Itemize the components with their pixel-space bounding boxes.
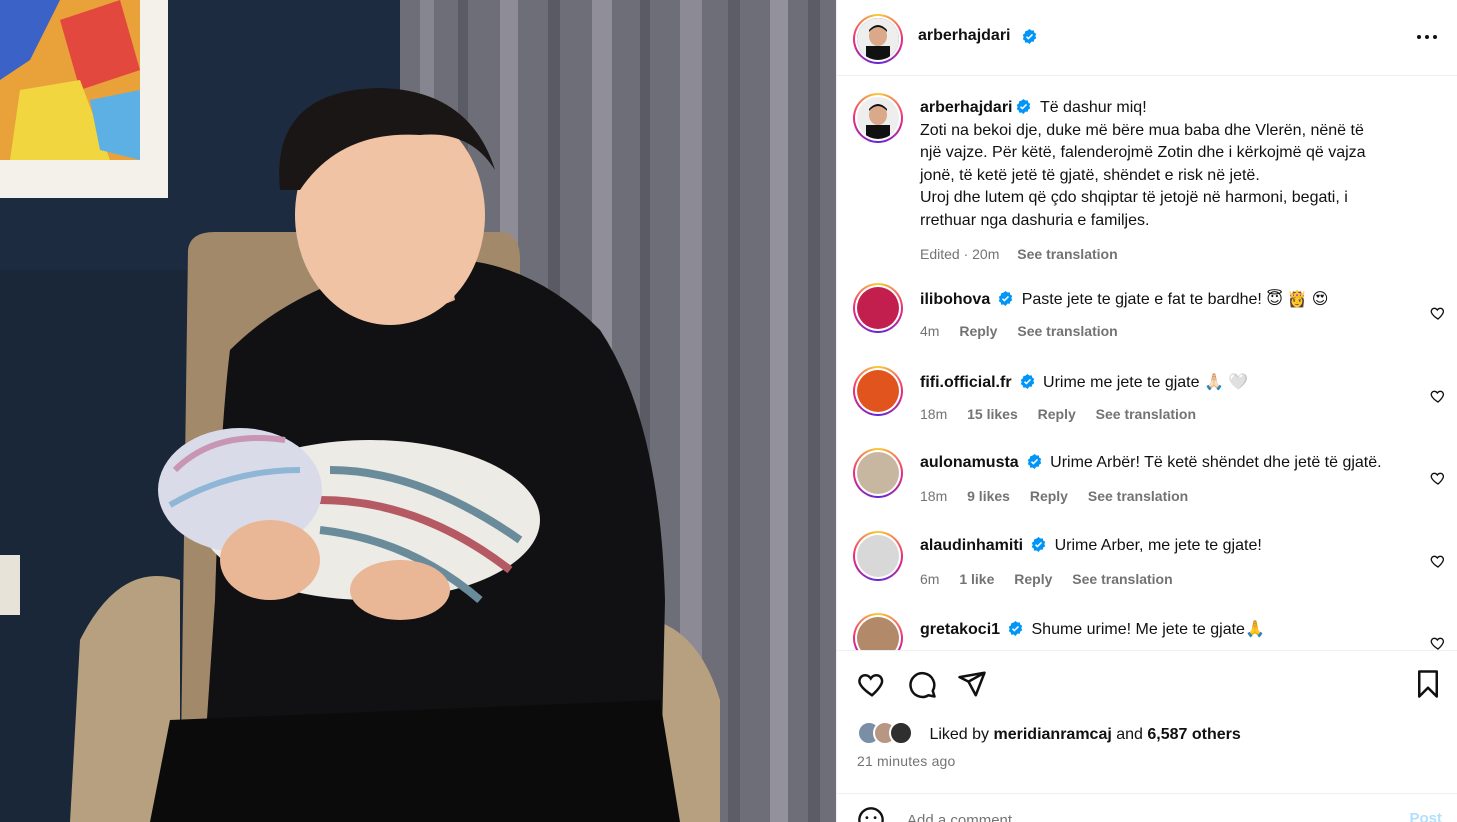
caption-username[interactable]: arberhajdari xyxy=(920,99,1012,116)
comment-username[interactable]: ilibohova xyxy=(920,291,990,308)
liked-by-prefix: Liked by xyxy=(929,726,990,743)
caption-text: arberhajdari Të dashur miq! Zoti na beko… xyxy=(920,97,1420,265)
verified-icon xyxy=(1017,99,1031,114)
add-comment-input[interactable] xyxy=(907,808,1367,822)
comment-username[interactable]: gretakoci1 xyxy=(920,621,1000,638)
caption-line: një vajze. Për këtë, falenderojmë Zotin … xyxy=(920,144,1366,162)
author-username[interactable]: arberhajdari xyxy=(918,27,1010,45)
caption-line: Zoti na bekoi dje, duke më bëre mua baba… xyxy=(920,121,1364,139)
comment-text: Paste jete te gjate e fat te bardhe! 😇 👸… xyxy=(1021,291,1329,308)
see-translation-link[interactable]: See translation xyxy=(1096,406,1196,422)
add-comment-bar: Post xyxy=(837,793,1457,822)
see-translation-link[interactable]: See translation xyxy=(1088,488,1188,504)
comment-like-heart-icon[interactable] xyxy=(1430,553,1446,569)
comment-likes[interactable]: 15 likes xyxy=(967,406,1018,422)
comment-item: ilibohova Paste jete te gjate e fat te b… xyxy=(837,283,1457,365)
verified-icon xyxy=(1022,29,1037,44)
photo-illustration xyxy=(0,0,836,822)
reply-button[interactable]: Reply xyxy=(1030,488,1068,504)
comment-icon[interactable] xyxy=(907,669,937,699)
verified-icon xyxy=(1008,621,1023,636)
commenter-avatar[interactable] xyxy=(853,531,903,581)
more-options-icon[interactable] xyxy=(1414,26,1440,48)
commenter-avatar[interactable] xyxy=(853,283,903,333)
post-comment-button[interactable]: Post xyxy=(1409,810,1442,822)
caption-line: Të dashur miq! xyxy=(1039,99,1147,116)
verified-icon xyxy=(1031,537,1046,552)
caption-meta: Edited · 20m See translation xyxy=(920,243,1420,266)
comment-item: alaudinhamiti Urime Arber, me jete te gj… xyxy=(837,531,1457,613)
liked-by-others[interactable]: 6,587 others xyxy=(1147,726,1240,743)
caption-line: Uroj dhe lutem që çdo shqiptar të jetojë… xyxy=(920,189,1348,207)
comment-item: fifi.official.fr Urime me jete te gjate … xyxy=(837,366,1457,448)
comment-text: Urime Arbër! Të ketë shëndet dhe jetë të… xyxy=(1050,454,1382,471)
comment-username[interactable]: alaudinhamiti xyxy=(920,537,1023,554)
comment-like-heart-icon[interactable] xyxy=(1430,305,1446,321)
caption-avatar[interactable] xyxy=(853,93,903,143)
caption-line: rrethuar nga dashuria e familjes. xyxy=(920,211,1150,229)
comment-time: 18m xyxy=(920,406,948,422)
emoji-icon[interactable] xyxy=(857,806,885,822)
verified-icon xyxy=(998,291,1013,306)
comment-username[interactable]: fifi.official.fr xyxy=(920,374,1012,391)
post-time-ago: 21 minutes ago xyxy=(857,753,956,769)
verified-icon xyxy=(1020,374,1034,389)
post-actions: Liked by meridianramcaj and 6,587 others… xyxy=(837,650,1457,822)
comments-scroll-area[interactable]: arberhajdari Të dashur miq! Zoti na beko… xyxy=(837,77,1457,650)
commenter-avatar[interactable] xyxy=(853,366,903,416)
reply-button[interactable]: Reply xyxy=(1014,571,1052,587)
caption-line: jonë, të ketë jetë të gjatë, shëndet e r… xyxy=(920,166,1260,184)
edited-label: Edited · 20m xyxy=(920,245,1000,262)
post-side-panel: arberhajdari arberhajdari Të dashur miq!… xyxy=(836,0,1457,822)
comment-time: 18m xyxy=(920,488,948,504)
commenter-avatar[interactable] xyxy=(853,448,903,498)
liker-avatars[interactable] xyxy=(857,721,919,745)
reply-button[interactable]: Reply xyxy=(1038,406,1076,422)
liked-by-user[interactable]: meridianramcaj xyxy=(994,726,1112,743)
comment-like-heart-icon[interactable] xyxy=(1430,635,1446,650)
author-avatar[interactable] xyxy=(853,14,903,64)
comment-text: Urime me jete te gjate 🙏🏻 🤍 xyxy=(1043,374,1249,391)
comment-text: Urime Arber, me jete te gjate! xyxy=(1054,537,1262,554)
see-translation-link[interactable]: See translation xyxy=(1017,246,1117,262)
comment-item: aulonamusta Urime Arbër! Të ketë shëndet… xyxy=(837,448,1457,530)
post-photo[interactable] xyxy=(0,0,836,822)
comment-likes[interactable]: 1 like xyxy=(959,571,994,587)
comment-item: gretakoci1 Shume urime! Me jete te gjate… xyxy=(837,613,1457,650)
post-header: arberhajdari xyxy=(837,0,1457,76)
comment-username[interactable]: aulonamusta xyxy=(920,454,1019,471)
liked-by-conj: and xyxy=(1116,726,1143,743)
avatar-image xyxy=(857,18,899,60)
see-translation-link[interactable]: See translation xyxy=(1017,323,1117,339)
avatar-image xyxy=(857,97,899,139)
comment-like-heart-icon[interactable] xyxy=(1430,388,1446,404)
comment-time: 4m xyxy=(920,323,940,339)
reply-button[interactable]: Reply xyxy=(959,323,997,339)
commenter-avatar[interactable] xyxy=(853,613,903,650)
share-icon[interactable] xyxy=(957,669,987,699)
see-translation-link[interactable]: See translation xyxy=(1072,571,1172,587)
comment-time: 6m xyxy=(920,571,940,587)
bookmark-icon[interactable] xyxy=(1413,669,1443,699)
comment-like-heart-icon[interactable] xyxy=(1430,470,1446,486)
comment-likes[interactable]: 9 likes xyxy=(967,488,1010,504)
comment-text: Shume urime! Me jete te gjate🙏 xyxy=(1031,621,1265,638)
like-heart-icon[interactable] xyxy=(857,669,887,699)
verified-icon xyxy=(1027,454,1041,469)
liked-by: Liked by meridianramcaj and 6,587 others xyxy=(857,721,1241,745)
